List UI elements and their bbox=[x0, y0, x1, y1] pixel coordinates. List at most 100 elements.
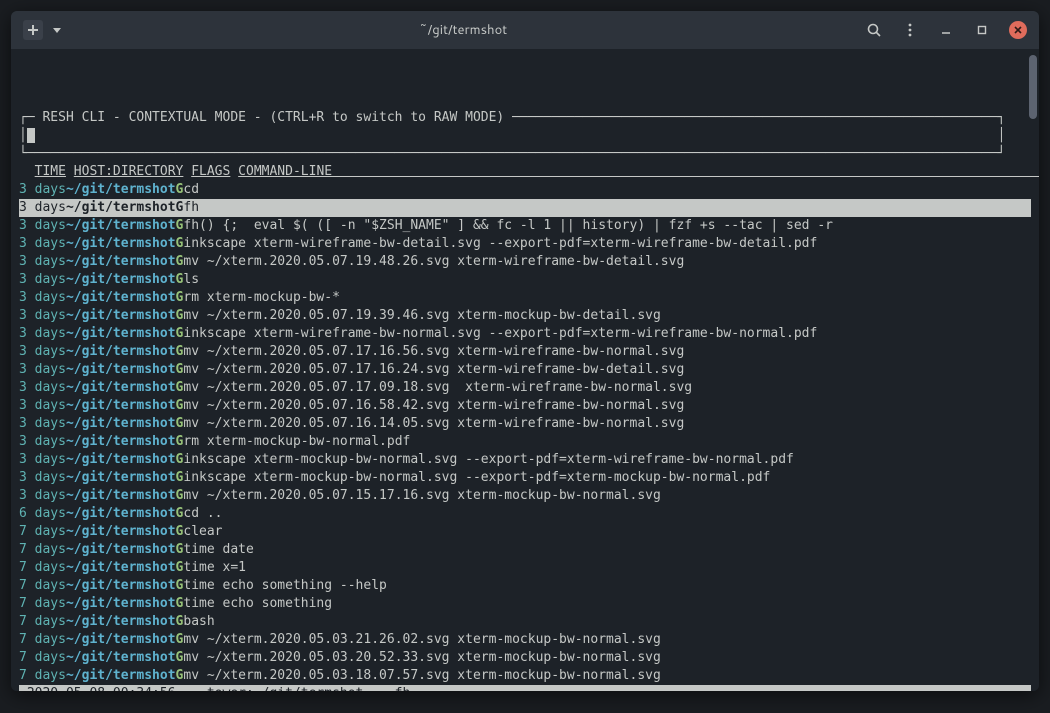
history-row[interactable]: 7 days ~/git/termshot G time date bbox=[19, 541, 1031, 559]
row-command: rm xterm-mockup-bw-* bbox=[183, 289, 340, 307]
terminal-window: ~/git/termshot ┌─ RESH CLI - CONTEXTUAL … bbox=[11, 11, 1039, 691]
history-row[interactable]: 3 days ~/git/termshot G mv ~/xterm.2020.… bbox=[19, 379, 1031, 397]
row-flag: G bbox=[176, 325, 184, 343]
row-time: 3 days bbox=[19, 469, 66, 487]
history-row[interactable]: 3 days ~/git/termshot G rm xterm-mockup-… bbox=[19, 289, 1031, 307]
history-row[interactable]: 7 days ~/git/termshot G time echo someth… bbox=[19, 577, 1031, 595]
history-row[interactable]: 3 days ~/git/termshot G mv ~/xterm.2020.… bbox=[19, 343, 1031, 361]
history-row[interactable]: 3 days ~/git/termshot G mv ~/xterm.2020.… bbox=[19, 487, 1031, 505]
row-time: 3 days bbox=[19, 433, 66, 451]
cursor bbox=[27, 128, 35, 143]
row-directory: ~/git/termshot bbox=[66, 451, 176, 469]
search-icon[interactable] bbox=[865, 21, 883, 39]
row-command: ls bbox=[183, 271, 199, 289]
history-row[interactable]: 3 days ~/git/termshot G cd bbox=[19, 181, 1031, 199]
history-row[interactable]: 3 days ~/git/termshot G inkscape xterm-w… bbox=[19, 235, 1031, 253]
row-command: cd bbox=[183, 181, 199, 199]
row-flag: G bbox=[176, 613, 184, 631]
row-flag: G bbox=[176, 577, 184, 595]
row-flag: G bbox=[176, 541, 184, 559]
row-time: 7 days bbox=[19, 541, 66, 559]
row-time: 3 days bbox=[19, 217, 66, 235]
new-tab-button[interactable] bbox=[23, 20, 43, 40]
row-directory: ~/git/termshot bbox=[66, 649, 176, 667]
history-row[interactable]: 3 days ~/git/termshot G fh() {; eval $( … bbox=[19, 217, 1031, 235]
history-row[interactable]: 3 days ~/git/termshot G mv ~/xterm.2020.… bbox=[19, 253, 1031, 271]
row-directory: ~/git/termshot bbox=[66, 289, 176, 307]
row-time: 3 days bbox=[19, 181, 66, 199]
history-row[interactable]: 7 days ~/git/termshot G mv ~/xterm.2020.… bbox=[19, 631, 1031, 649]
row-time: 3 days bbox=[19, 361, 66, 379]
history-row[interactable]: 3 days ~/git/termshot G inkscape xterm-m… bbox=[19, 469, 1031, 487]
history-row[interactable]: 7 days ~/git/termshot G clear bbox=[19, 523, 1031, 541]
column-header: TIME HOST:DIRECTORY FLAGS COMMAND-LINE bbox=[19, 163, 1031, 181]
status-bar: 2020-05-08 00:34:56 tower:~/git/termshot… bbox=[19, 685, 1031, 691]
row-time: 3 days bbox=[19, 379, 66, 397]
row-command: mv ~/xterm.2020.05.07.16.14.05.svg xterm… bbox=[183, 415, 684, 433]
row-flag: G bbox=[176, 271, 184, 289]
row-command: mv ~/xterm.2020.05.07.17.09.18.svg xterm… bbox=[183, 379, 692, 397]
maximize-button[interactable] bbox=[973, 21, 991, 39]
row-flag: G bbox=[176, 307, 184, 325]
row-flag: G bbox=[176, 379, 184, 397]
terminal-body[interactable]: ┌─ RESH CLI - CONTEXTUAL MODE - (CTRL+R … bbox=[11, 49, 1039, 691]
history-row[interactable]: 3 days ~/git/termshot G rm xterm-mockup-… bbox=[19, 433, 1031, 451]
row-flag: G bbox=[176, 415, 184, 433]
row-directory: ~/git/termshot bbox=[66, 541, 176, 559]
history-row[interactable]: 7 days ~/git/termshot G time x=1 bbox=[19, 559, 1031, 577]
row-command: mv ~/xterm.2020.05.07.19.39.46.svg xterm… bbox=[183, 307, 660, 325]
history-row[interactable]: 3 days ~/git/termshot G inkscape xterm-w… bbox=[19, 325, 1031, 343]
row-command: time echo something --help bbox=[183, 577, 387, 595]
row-directory: ~/git/termshot bbox=[66, 433, 176, 451]
history-row[interactable]: 3 days ~/git/termshot G mv ~/xterm.2020.… bbox=[19, 415, 1031, 433]
row-flag: G bbox=[176, 433, 184, 451]
row-time: 7 days bbox=[19, 559, 66, 577]
tab-menu-caret-icon[interactable] bbox=[53, 28, 61, 33]
row-command: mv ~/xterm.2020.05.07.16.58.42.svg xterm… bbox=[183, 397, 684, 415]
row-command: bash bbox=[183, 613, 214, 631]
row-command: mv ~/xterm.2020.05.03.21.26.02.svg xterm… bbox=[183, 631, 660, 649]
history-row[interactable]: 7 days ~/git/termshot G mv ~/xterm.2020.… bbox=[19, 667, 1031, 685]
row-directory: ~/git/termshot bbox=[66, 595, 176, 613]
row-time: 3 days bbox=[19, 307, 66, 325]
row-time: 3 days bbox=[19, 325, 66, 343]
history-row[interactable]: 6 days ~/git/termshot G cd .. bbox=[19, 505, 1031, 523]
row-directory: ~/git/termshot bbox=[66, 577, 176, 595]
minimize-button[interactable] bbox=[937, 21, 955, 39]
row-directory: ~/git/termshot bbox=[66, 667, 176, 685]
row-command: clear bbox=[183, 523, 222, 541]
history-row[interactable]: 3 days ~/git/termshot G ls bbox=[19, 271, 1031, 289]
scrollbar-thumb[interactable] bbox=[1029, 55, 1037, 119]
row-command: time echo something bbox=[183, 595, 332, 613]
row-time: 7 days bbox=[19, 613, 66, 631]
row-time: 7 days bbox=[19, 595, 66, 613]
row-directory: ~/git/termshot bbox=[66, 397, 176, 415]
history-row[interactable]: 3 days ~/git/termshot G inkscape xterm-m… bbox=[19, 451, 1031, 469]
row-directory: ~/git/termshot bbox=[66, 217, 176, 235]
history-row[interactable]: 7 days ~/git/termshot G time echo someth… bbox=[19, 595, 1031, 613]
row-time: 3 days bbox=[19, 271, 66, 289]
row-time: 7 days bbox=[19, 667, 66, 685]
menu-icon[interactable] bbox=[901, 21, 919, 39]
row-flag: G bbox=[176, 343, 184, 361]
history-row[interactable]: 3 days ~/git/termshot G mv ~/xterm.2020.… bbox=[19, 397, 1031, 415]
close-button[interactable] bbox=[1009, 21, 1027, 39]
history-row[interactable]: 3 days ~/git/termshot G fh bbox=[19, 199, 1031, 217]
row-command: time x=1 bbox=[183, 559, 246, 577]
row-time: 3 days bbox=[19, 253, 66, 271]
row-directory: ~/git/termshot bbox=[66, 181, 176, 199]
row-command: inkscape xterm-wireframe-bw-normal.svg -… bbox=[183, 325, 817, 343]
row-flag: G bbox=[176, 181, 184, 199]
row-command: inkscape xterm-mockup-bw-normal.svg --ex… bbox=[183, 469, 770, 487]
row-directory: ~/git/termshot bbox=[66, 631, 176, 649]
history-row[interactable]: 3 days ~/git/termshot G mv ~/xterm.2020.… bbox=[19, 307, 1031, 325]
history-row[interactable]: 3 days ~/git/termshot G mv ~/xterm.2020.… bbox=[19, 361, 1031, 379]
row-time: 7 days bbox=[19, 523, 66, 541]
search-input-line[interactable]: │ │ bbox=[19, 127, 1031, 145]
row-time: 3 days bbox=[19, 289, 66, 307]
row-command: inkscape xterm-mockup-bw-normal.svg --ex… bbox=[183, 451, 793, 469]
row-directory: ~/git/termshot bbox=[66, 199, 176, 217]
history-row[interactable]: 7 days ~/git/termshot G mv ~/xterm.2020.… bbox=[19, 649, 1031, 667]
row-flag: G bbox=[176, 217, 184, 235]
history-row[interactable]: 7 days ~/git/termshot G bash bbox=[19, 613, 1031, 631]
